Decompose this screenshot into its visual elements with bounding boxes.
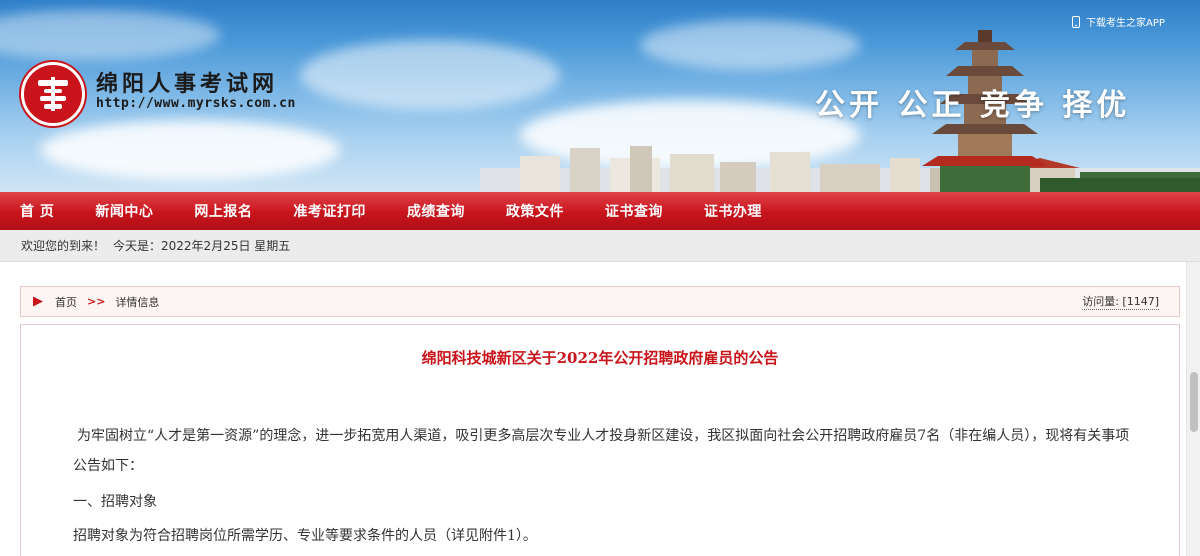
- cloud-decoration: [40, 120, 340, 180]
- city-skyline-image: [480, 146, 1200, 192]
- nav-item-home[interactable]: 首 页: [20, 201, 54, 221]
- breadcrumb: 首页 >> 详情信息 访问量: [1147]: [20, 286, 1180, 317]
- breadcrumb-current: 详情信息: [115, 295, 160, 309]
- article-body: 绵阳科技城新区关于2022年公开招聘政府雇员的公告 为牢固树立“人才是第一资源”…: [20, 324, 1180, 556]
- scrollbar-thumb[interactable]: [1190, 372, 1198, 432]
- article-paragraph: 为牢固树立“人才是第一资源”的理念，进一步拓宽用人渠道，吸引更多高层次专业人才投…: [73, 428, 1130, 474]
- download-app-link[interactable]: 下载考生之家APP: [1072, 14, 1165, 29]
- phone-icon: [1072, 15, 1080, 28]
- nav-item-news[interactable]: 新闻中心: [95, 201, 153, 221]
- main-nav: 首 页 新闻中心 网上报名 准考证打印 成绩查询 政策文件 证书查询 证书办理: [0, 192, 1200, 230]
- nav-item-score-query[interactable]: 成绩查询: [407, 201, 465, 221]
- site-logo-icon[interactable]: [21, 62, 85, 126]
- welcome-greeting: 欢迎您的到来！: [21, 239, 106, 253]
- article-paragraph: 招聘对象为符合招聘岗位所需学历、专业等要求条件的人员（详见附件1）。: [73, 528, 537, 544]
- welcome-bar: 欢迎您的到来！ 今天是：2022年2月25日 星期五: [0, 230, 1200, 262]
- download-app-label: 下载考生之家APP: [1086, 18, 1165, 29]
- nav-item-admission-ticket[interactable]: 准考证打印: [293, 201, 366, 221]
- article-title: 绵阳科技城新区关于2022年公开招聘政府雇员的公告: [421, 349, 779, 367]
- seal-logo-icon: [38, 77, 68, 111]
- breadcrumb-arrow-icon: [33, 296, 43, 307]
- nav-item-certificate-query[interactable]: 证书查询: [605, 201, 663, 221]
- nav-item-policy-docs[interactable]: 政策文件: [506, 201, 564, 221]
- cloud-decoration: [0, 10, 220, 60]
- breadcrumb-separator: >>: [87, 295, 106, 308]
- site-url: http://www.myrsks.com.cn: [96, 96, 296, 111]
- site-title: 绵阳人事考试网: [96, 71, 279, 97]
- cloud-decoration: [300, 40, 560, 110]
- nav-item-certificate-processing[interactable]: 证书办理: [704, 201, 762, 221]
- header-banner: 绵阳人事考试网 http://www.myrsks.com.cn 公开 公正 竞…: [0, 0, 1200, 192]
- visit-count: 访问量: [1147]: [1082, 295, 1159, 310]
- page-scrollbar[interactable]: [1186, 262, 1200, 556]
- breadcrumb-home-link[interactable]: 首页: [55, 294, 77, 310]
- nav-item-online-registration[interactable]: 网上报名: [194, 201, 252, 221]
- cloud-decoration: [640, 20, 860, 70]
- current-date: 今天是：2022年2月25日 星期五: [113, 239, 291, 253]
- slogan: 公开 公正 竞争 择优: [815, 88, 1131, 123]
- article-section-heading: 一、招聘对象: [73, 494, 157, 510]
